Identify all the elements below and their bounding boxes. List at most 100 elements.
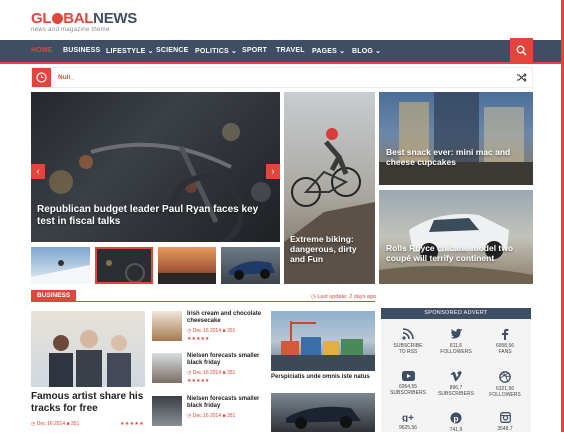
business-post-1-comments: 351 bbox=[226, 328, 236, 334]
vimeo-icon bbox=[450, 371, 462, 382]
slider-thumb-4[interactable] bbox=[221, 247, 280, 284]
social-dribbble[interactable]: 6321,56 FOLLOWERS bbox=[480, 371, 530, 398]
business-post-3-meta: ◷ Dec 16 2014 ■ 351 bbox=[187, 413, 235, 419]
sponsored-header: SPONSORED ADVERT bbox=[381, 308, 531, 319]
snack-caption[interactable]: Best snack ever: mini mac and cheese cup… bbox=[386, 147, 531, 167]
port-caption[interactable]: Perspiciatis unde omnis iste natus bbox=[271, 374, 376, 381]
logo-text-news: NEWS bbox=[93, 10, 137, 27]
site-logo[interactable]: GL BALNEWS bbox=[31, 10, 137, 27]
featured-business-title[interactable]: Famous artist share his tracks for free bbox=[31, 391, 145, 415]
cheesecake-thumb bbox=[152, 311, 182, 341]
vimeo-label: SUBSCRIBERS bbox=[438, 391, 474, 397]
nav-item-blog[interactable]: BLOG ⌄ bbox=[352, 47, 381, 55]
site-tagline: news and magazine theme bbox=[31, 27, 110, 33]
business-post-3-comments: 351 bbox=[226, 413, 236, 419]
logo-text-gl: GL bbox=[31, 10, 52, 27]
social-facebook[interactable]: 6958,56 FANS bbox=[480, 328, 530, 355]
ticker-clock-button[interactable] bbox=[32, 68, 51, 87]
business-post-2-stars: ★★★★★ bbox=[187, 378, 210, 384]
nav-item-science[interactable]: SCIENCE bbox=[156, 47, 189, 54]
featured-business-rating: ★★★★★ bbox=[120, 421, 144, 427]
car-tile[interactable]: Rolls Royce chicane model two coupé will… bbox=[379, 190, 533, 284]
car-road-image[interactable] bbox=[271, 393, 375, 432]
last-update: ◷ Last update: 2 days ago bbox=[311, 294, 376, 300]
globe-icon bbox=[51, 13, 63, 24]
dribbble-label: FOLLOWERS bbox=[489, 392, 521, 398]
business-post-1-meta: ◷ Dec 16 2014 ■ 351 bbox=[187, 328, 235, 334]
youtube-icon bbox=[401, 371, 415, 381]
business-post-2-comments: 351 bbox=[226, 370, 236, 376]
svg-text:g+: g+ bbox=[402, 413, 414, 422]
car-caption[interactable]: Rolls Royce chicane model two coupé will… bbox=[386, 243, 531, 263]
dribbble-icon bbox=[499, 371, 511, 383]
featured-business-date: Dec 16 2014 bbox=[36, 421, 66, 427]
nav-item-home[interactable]: HOME bbox=[31, 47, 53, 54]
business-post-1-date: Dec 16 2014 bbox=[192, 328, 222, 334]
slider-thumb-2-active[interactable] bbox=[95, 247, 153, 284]
office-thumb bbox=[152, 353, 182, 383]
slider-caption[interactable]: Republican budget leader Paul Ryan faces… bbox=[37, 204, 272, 228]
business-post-2-title[interactable]: Nielsen forecasts smaller black friday bbox=[187, 353, 272, 367]
nav-item-politics[interactable]: POLITICS ⌄ bbox=[195, 47, 237, 55]
business-post-3-title[interactable]: Nielsen forecasts smaller black friday bbox=[187, 396, 272, 410]
featured-business-comments: 351 bbox=[70, 421, 80, 427]
social-pinterest[interactable]: p 741,9 bbox=[431, 412, 481, 433]
search-icon bbox=[516, 45, 527, 56]
social-instagram[interactable]: 3548,7 bbox=[480, 412, 530, 432]
clock-icon bbox=[36, 72, 47, 83]
rating-stars: ★★★★★ bbox=[120, 421, 144, 427]
street-image bbox=[379, 92, 533, 185]
bicycle-thumb-image bbox=[106, 260, 145, 282]
featured-slider[interactable]: Republican budget leader Paul Ryan faces… bbox=[31, 92, 280, 242]
nav-item-business[interactable]: BUSINESS bbox=[63, 47, 100, 54]
social-vimeo[interactable]: 896,7 SUBSCRIBERS bbox=[431, 371, 481, 397]
social-google-plus[interactable]: g+ 9625,56 bbox=[383, 412, 433, 431]
shuffle-icon[interactable] bbox=[516, 72, 527, 83]
business-post-3-date: Dec 16 2014 bbox=[192, 413, 222, 419]
twitter-icon bbox=[450, 328, 462, 339]
cyclist-caption[interactable]: Extreme biking: dangerous, dirty and Fun bbox=[290, 234, 374, 265]
sunset-thumb-image bbox=[158, 273, 216, 284]
slider-next-button[interactable]: › bbox=[266, 164, 280, 179]
featured-business-image[interactable] bbox=[31, 311, 145, 387]
slider-prev-button[interactable]: ‹ bbox=[31, 164, 45, 179]
last-update-text: Last update: 2 days ago bbox=[317, 294, 377, 300]
sponsored-advert: SPONSORED ADVERT SUBSCRIBE TO RSS 811,6 … bbox=[381, 308, 531, 433]
car-image bbox=[379, 214, 533, 284]
port-image[interactable] bbox=[271, 311, 375, 371]
slider-thumb-1[interactable] bbox=[31, 247, 90, 284]
skier-thumb-image bbox=[31, 260, 90, 284]
business-post-2-meta: ◷ Dec 16 2014 ■ 351 bbox=[187, 370, 235, 376]
nav-item-sport[interactable]: SPORT bbox=[242, 47, 267, 54]
google-plus-icon: g+ bbox=[402, 413, 414, 422]
social-youtube[interactable]: 6954,55 SUBSCRIBERS bbox=[383, 371, 433, 396]
nav-item-lifestyle[interactable]: LIFESTYLE ⌄ bbox=[106, 47, 154, 55]
facebook-label: FANS bbox=[498, 349, 512, 355]
business-post-1-title[interactable]: Irish cream and chocolate cheesecake bbox=[187, 311, 272, 325]
road-car-image bbox=[286, 406, 361, 429]
businessmen-image bbox=[49, 330, 131, 387]
pinterest-icon: p bbox=[450, 412, 462, 424]
cargo-port-image bbox=[271, 321, 375, 371]
instagram-icon bbox=[499, 412, 511, 423]
twitter-label: FOLLOWERS bbox=[440, 349, 472, 355]
social-twitter[interactable]: 811,6 FOLLOWERS bbox=[431, 328, 481, 355]
pinterest-count: 741,9 bbox=[449, 427, 463, 433]
ticker-text[interactable]: Null_ bbox=[58, 74, 74, 81]
business-section-label[interactable]: BUSINESS bbox=[31, 290, 77, 302]
cyclist-tile[interactable]: Extreme biking: dangerous, dirty and Fun bbox=[284, 92, 375, 284]
search-button[interactable] bbox=[510, 38, 533, 64]
business-post-2-date: Dec 16 2014 bbox=[192, 370, 222, 376]
rss-label: TO RSS bbox=[398, 349, 418, 355]
social-rss[interactable]: SUBSCRIBE TO RSS bbox=[383, 328, 433, 355]
slider-thumb-3[interactable] bbox=[158, 247, 216, 284]
rss-icon bbox=[402, 328, 414, 340]
nav-item-pages[interactable]: PAGES ⌄ bbox=[312, 47, 345, 55]
svg-text:p: p bbox=[453, 413, 458, 423]
logo-text-bal: BAL bbox=[63, 10, 94, 27]
news-ticker: Null_ bbox=[31, 67, 533, 88]
main-nav: HOME BUSINESS LIFESTYLE ⌄ SCIENCE POLITI… bbox=[0, 40, 561, 64]
snack-tile[interactable]: Best snack ever: mini mac and cheese cup… bbox=[379, 92, 533, 185]
chevron-right-icon: › bbox=[271, 166, 275, 176]
nav-item-travel[interactable]: TRAVEL bbox=[276, 47, 305, 54]
